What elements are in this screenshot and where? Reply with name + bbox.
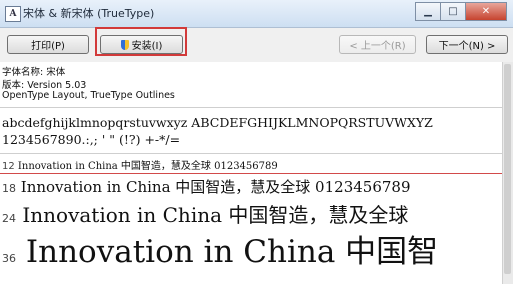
maximize-button[interactable]: □ [440, 2, 466, 21]
print-label: 打印(P) [31, 41, 65, 52]
sample-size-label: 36 [2, 252, 16, 265]
next-label: 下一个(N) > [438, 41, 496, 52]
font-outlines: OpenType Layout, TrueType Outlines [2, 90, 175, 101]
close-button[interactable]: ✕ [465, 2, 507, 21]
font-name: 字体名称: 宋体 [2, 67, 66, 78]
window-title: 宋体 & 新宋体 (TrueType) [23, 7, 155, 20]
font-preview-area: 字体名称: 宋体 版本: Version 5.03 OpenType Layou… [0, 62, 513, 284]
charset-digits-symbols: 1234567890.:,; ' " (!?) +-*/= [2, 132, 181, 147]
sample-18pt: 18 Innovation in China 中国智造，慧及全球 0123456… [2, 176, 411, 197]
highlight-line [0, 173, 513, 174]
sample-text: Innovation in China 中国智造，慧及全球 [22, 203, 409, 227]
sample-text: Innovation in China 中国智造，慧及全球 0123456789 [20, 178, 411, 196]
sample-size-label: 24 [2, 212, 16, 225]
sample-24pt: 24 Innovation in China 中国智造，慧及全球 [2, 199, 408, 228]
sample-text: Innovation in China 中国智造，慧及全球 0123456789 [17, 161, 278, 172]
sample-size-label: 18 [2, 182, 16, 195]
scrollbar-thumb[interactable] [504, 64, 511, 274]
sample-text: Innovation in China 中国智 [25, 234, 439, 270]
minimize-button[interactable]: ▁ [415, 2, 441, 21]
sample-12pt: 12 Innovation in China 中国智造，慧及全球 0123456… [2, 157, 278, 172]
window-controls: ▁ □ ✕ [415, 2, 507, 21]
charset-lowercase-uppercase: abcdefghijklmnopqrstuvwxyz ABCDEFGHIJKLM… [2, 115, 433, 130]
divider [0, 107, 505, 108]
print-button[interactable]: 打印(P) [7, 35, 89, 54]
next-font-button[interactable]: 下一个(N) > [426, 35, 508, 54]
sample-size-label: 12 [2, 161, 15, 172]
divider [0, 153, 505, 154]
sample-36pt: 36 Innovation in China 中国智 [2, 226, 438, 271]
install-highlight-box [95, 27, 187, 56]
toolbar: 打印(P) 安装(I) < 上一个(R) 下一个(N) > [0, 28, 513, 63]
font-version: 版本: Version 5.03 [2, 80, 87, 91]
vertical-scrollbar[interactable] [502, 62, 513, 284]
previous-font-button[interactable]: < 上一个(R) [339, 35, 416, 54]
font-file-icon: A [5, 6, 21, 22]
title-bar: A 宋体 & 新宋体 (TrueType) ▁ □ ✕ [0, 0, 513, 28]
previous-label: < 上一个(R) [349, 41, 406, 52]
